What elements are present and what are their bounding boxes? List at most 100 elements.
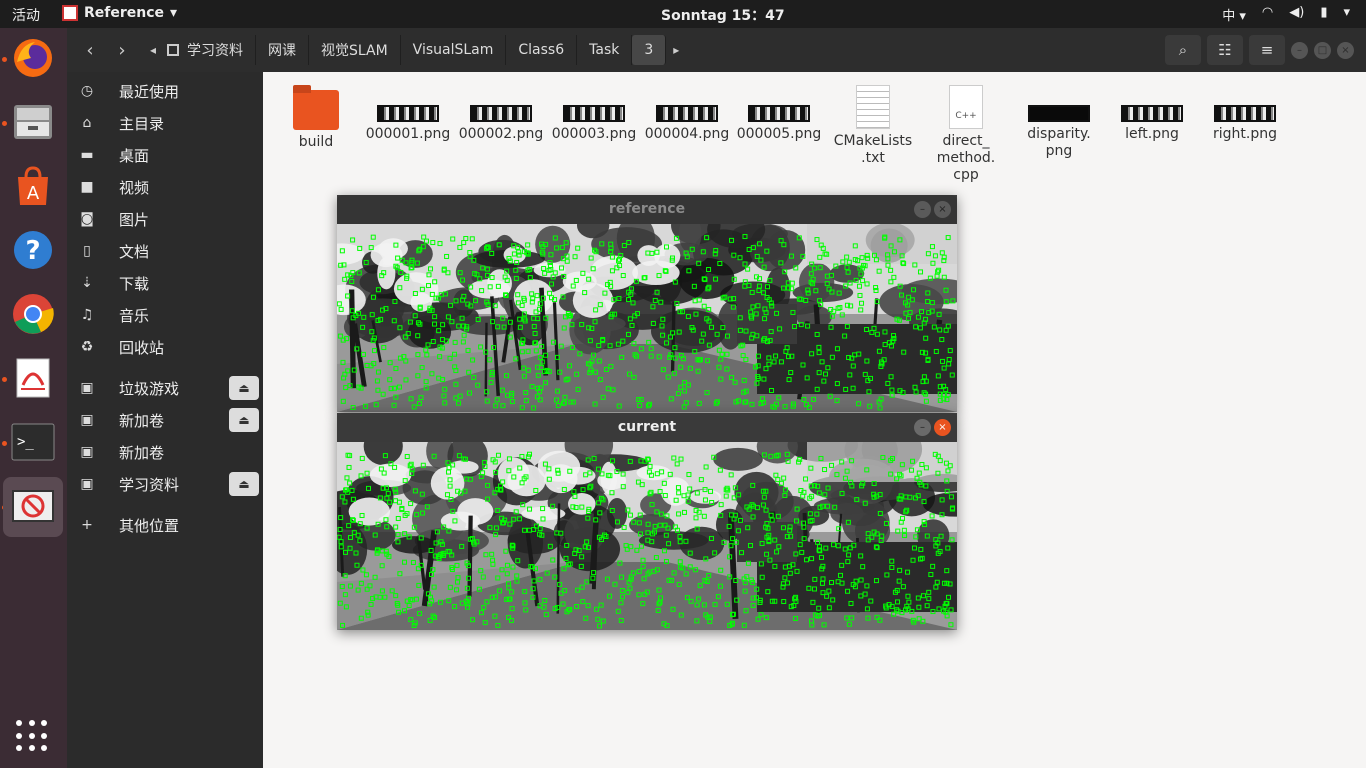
files-icon[interactable] [9,98,57,146]
pictures-icon: ◙ [80,211,94,227]
file-item[interactable]: 000004.png [642,80,732,143]
close-icon[interactable]: × [934,201,951,218]
breadcrumb-label: 学习资料 [187,43,243,59]
system-tray[interactable]: 中 ▾ ◠ ◀) ▮ ▾ [1222,5,1350,24]
search-icon[interactable]: ⌕ [1165,35,1201,65]
image-thumbnail [1214,105,1276,122]
sidebar-item-label: 垃圾游戏 [119,379,180,398]
minimize-icon[interactable]: – [914,419,931,436]
path-scroll-right-button[interactable]: ▸ [666,36,686,64]
file-item[interactable]: disparity. png [1014,80,1104,160]
file-item[interactable]: right.png [1200,80,1290,143]
file-name: build [298,134,334,150]
sidebar-item-label: 新加卷 [119,411,165,430]
battery-icon[interactable]: ▮ [1320,5,1327,24]
plus-icon: + [81,517,93,533]
show-applications-icon[interactable] [16,720,48,752]
menu-icon[interactable]: ≡ [1249,35,1285,65]
terminal-icon[interactable]: >_ [9,418,57,466]
sidebar-item-downloads[interactable]: ⇣ 下载 [67,267,263,299]
sidebar-item-music[interactable]: ♫ 音乐 [67,299,263,331]
file-name: 000002.png [458,126,544,142]
power-menu-icon[interactable]: ▾ [1343,5,1350,24]
svg-text:?: ? [25,236,40,266]
file-item[interactable]: 000005.png [734,80,824,143]
sidebar-item-volume[interactable]: ▣ 新加卷 ⏏ [67,404,263,436]
file-item[interactable]: 000001.png [363,80,453,143]
chevron-down-icon: ▾ [170,5,178,21]
image-thumbnail [1121,105,1183,122]
chrome-icon[interactable] [9,290,57,338]
sidebar-item-label: 主目录 [119,114,165,133]
maximize-icon[interactable]: □ [1314,41,1331,59]
desktop-icon: ▬ [80,147,94,163]
opencv-window-icon[interactable] [3,477,63,537]
help-icon[interactable]: ? [9,226,57,274]
app-menu-label: Reference [84,5,165,21]
minimize-icon[interactable]: – [914,201,931,218]
sidebar-item-volume[interactable]: ▣ 垃圾游戏 ⏏ [67,372,263,404]
file-item[interactable]: left.png [1107,80,1197,143]
sidebar-item-volume[interactable]: ▣ 新加卷 [67,436,263,468]
image-thumbnail [563,105,625,122]
running-indicator [2,441,7,446]
app-menu[interactable]: Reference ▾ [62,5,177,21]
sidebar-item-label: 下载 [119,274,150,293]
breadcrumb: 学习资料 网课 视觉SLAM VisualSLam Class6 Task 3 … [155,35,686,65]
file-item[interactable]: 000002.png [456,80,546,143]
software-center-icon[interactable]: A [9,162,57,210]
volume-icon[interactable]: ◀) [1289,5,1304,24]
music-icon: ♫ [80,307,94,323]
window-titlebar[interactable]: current – × [337,413,957,442]
breadcrumb-item[interactable]: Class6 [506,35,578,65]
document-viewer-icon[interactable] [9,354,57,402]
image-thumbnail [470,105,532,122]
sidebar-item-recent[interactable]: ◷ 最近使用 [67,75,263,107]
file-item[interactable]: 000003.png [549,80,639,143]
image-thumbnail [656,105,718,122]
forward-button[interactable]: › [107,36,137,64]
close-icon[interactable]: × [1337,41,1354,59]
sidebar-item-volume[interactable]: ▣ 学习资料 ⏏ [67,468,263,500]
cpp-file-icon: C++ [949,85,983,129]
file-item[interactable]: C++ direct_ method. cpp [921,80,1011,184]
breadcrumb-item[interactable]: Task [577,35,633,65]
file-manager-headerbar: ‹ › ◂ 学习资料 网课 视觉SLAM VisualSLam Class6 T… [67,28,1366,72]
input-method-indicator[interactable]: 中 ▾ [1222,5,1246,24]
current-window[interactable]: current – × [337,413,957,630]
top-bar: 活动 Reference ▾ Sonntag 15：47 中 ▾ ◠ ◀) ▮ … [0,0,1366,28]
breadcrumb-item[interactable]: 网课 [256,35,309,65]
sidebar-item-home[interactable]: ⌂ 主目录 [67,107,263,139]
sidebar-item-pictures[interactable]: ◙ 图片 [67,203,263,235]
svg-text:A: A [27,183,40,204]
back-button[interactable]: ‹ [75,36,105,64]
drive-icon [167,44,179,56]
file-item[interactable]: CMakeLists .txt [828,80,918,167]
sidebar-item-other-locations[interactable]: + 其他位置 [67,509,263,541]
close-icon[interactable]: × [934,419,951,436]
reference-window[interactable]: reference – × [337,195,957,412]
firefox-icon[interactable] [9,34,57,82]
breadcrumb-label: VisualSLam [412,42,494,58]
breadcrumb-item[interactable]: 学习资料 [155,35,256,65]
window-titlebar[interactable]: reference – × [337,195,957,224]
clock[interactable]: Sonntag 15：47 [661,5,785,25]
sidebar-item-videos[interactable]: ■ 视频 [67,171,263,203]
image-thumbnail [748,105,810,122]
sidebar-item-documents[interactable]: ▯ 文档 [67,235,263,267]
eject-icon[interactable]: ⏏ [229,408,259,432]
window-title: reference [608,201,686,217]
breadcrumb-item-current[interactable]: 3 [632,35,667,65]
activities-button[interactable]: 活动 [12,5,40,25]
sidebar-item-trash[interactable]: ♻ 回收站 [67,331,263,363]
eject-icon[interactable]: ⏏ [229,376,259,400]
sidebar-item-desktop[interactable]: ▬ 桌面 [67,139,263,171]
eject-icon[interactable]: ⏏ [229,472,259,496]
breadcrumb-item[interactable]: VisualSLam [401,35,507,65]
file-item[interactable]: build [271,80,361,151]
minimize-icon[interactable]: – [1291,41,1308,59]
breadcrumb-item[interactable]: 视觉SLAM [309,35,401,65]
window-title: current [617,419,677,435]
wifi-icon[interactable]: ◠ [1262,5,1273,24]
view-toggle-icon[interactable]: ☷ [1207,35,1243,65]
